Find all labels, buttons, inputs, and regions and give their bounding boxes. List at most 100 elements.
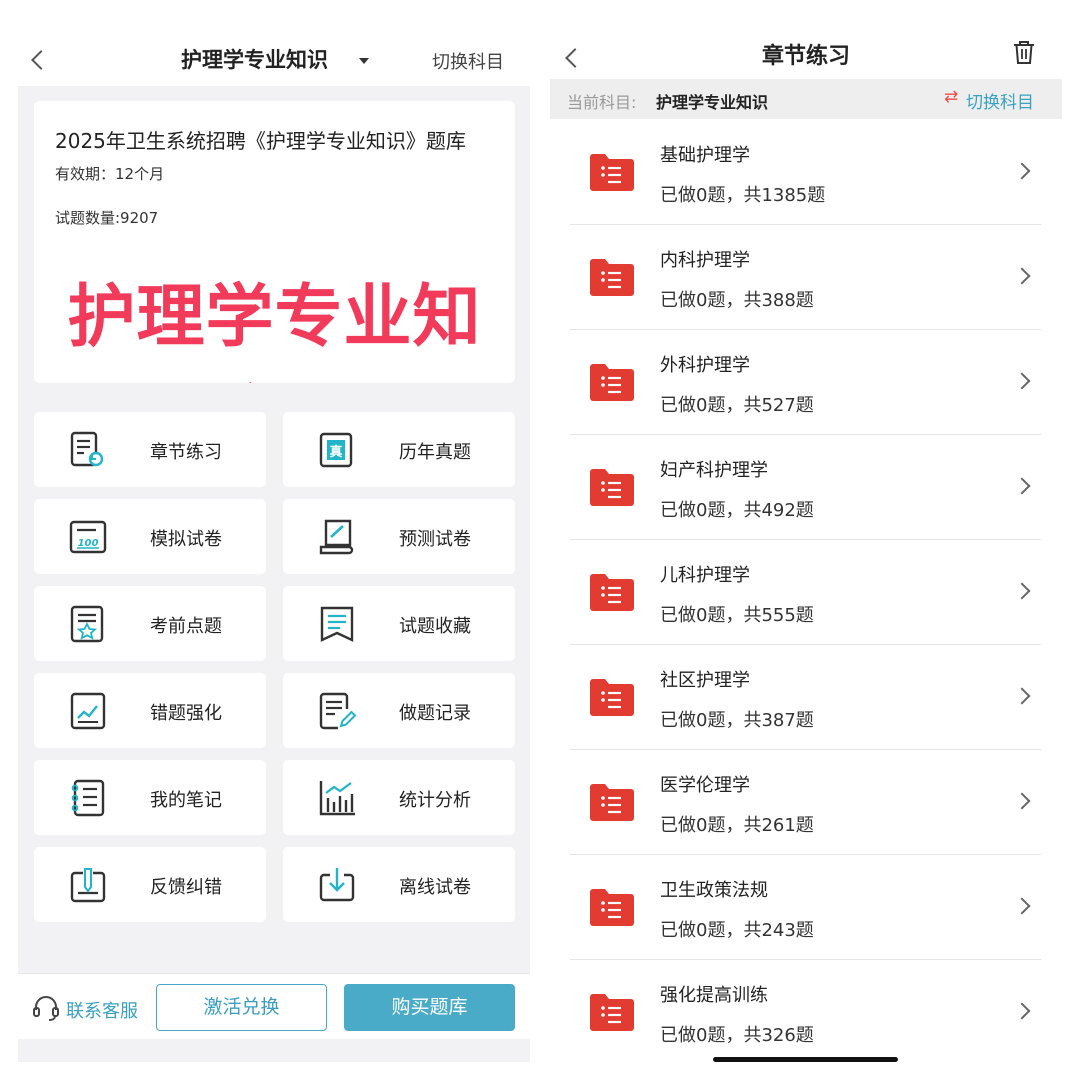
bottom-action-bar: 联系客服 激活兑换 购买题库	[18, 973, 530, 1039]
menu-label: 章节练习	[150, 442, 222, 463]
chapter-practice-panel: 章节练习 当前科目: 护理学专业知识 ⇄ 切换科目 基础护理学 已做0题，共13…	[550, 30, 1062, 1062]
chapter-row[interactable]: 内科护理学 已做0题，共388题	[570, 225, 1041, 330]
chapter-name: 强化提高训练	[660, 985, 768, 1006]
chapter-progress: 已做0题，共527题	[660, 395, 814, 416]
headset-icon[interactable]	[32, 995, 60, 1021]
chapter-row[interactable]: 医学伦理学 已做0题，共261题	[570, 750, 1041, 855]
chapter-practice-icon	[70, 431, 104, 467]
chevron-right-icon	[1013, 372, 1031, 390]
download-icon	[319, 868, 355, 902]
pre-exam-star-icon	[70, 605, 104, 643]
menu-label: 模拟试卷	[150, 529, 222, 550]
folder-list-icon	[590, 574, 634, 611]
edit-record-icon	[319, 692, 357, 730]
menu-tile-forecast-paper[interactable]: 预测试卷	[283, 499, 515, 574]
menu-tile-favorites[interactable]: 试题收藏	[283, 586, 515, 661]
bookmark-icon	[320, 606, 354, 642]
chevron-right-icon	[1013, 582, 1031, 600]
chapter-progress: 已做0题，共555题	[660, 605, 814, 626]
menu-tile-chapter-practice[interactable]: 章节练习	[34, 412, 266, 487]
menu-tile-offline-papers[interactable]: 离线试卷	[283, 847, 515, 922]
chapter-row[interactable]: 基础护理学 已做0题，共1385题	[570, 120, 1041, 225]
chapter-row[interactable]: 儿科护理学 已做0题，共555题	[570, 540, 1041, 645]
banner-headline: 护理学专业知识	[67, 278, 482, 383]
menu-tile-my-notes[interactable]: 我的笔记	[34, 760, 266, 835]
chapter-name: 妇产科护理学	[660, 460, 768, 481]
chapter-row[interactable]: 妇产科护理学 已做0题，共492题	[570, 435, 1041, 540]
current-subject-value: 护理学专业知识	[656, 93, 769, 112]
chevron-right-icon	[1013, 477, 1031, 495]
chevron-right-icon	[1013, 687, 1031, 705]
notebook-icon	[71, 779, 105, 817]
chapter-progress: 已做0题，共261题	[660, 815, 814, 836]
chapter-name: 社区护理学	[660, 670, 750, 691]
question-count-text: 试题数量:9207	[55, 209, 159, 227]
buy-question-bank-button[interactable]: 购买题库	[344, 984, 515, 1031]
trash-icon[interactable]	[1013, 40, 1035, 64]
menu-label: 反馈纠错	[150, 877, 222, 898]
menu-label: 预测试卷	[399, 529, 471, 550]
wrong-question-chart-icon	[70, 692, 106, 730]
menu-label: 我的笔记	[150, 790, 222, 811]
menu-tile-past-exams[interactable]: 真 历年真题	[283, 412, 515, 487]
top-bar: 护理学专业知识 切换科目	[18, 30, 530, 86]
menu-tile-wrong-questions[interactable]: 错题强化	[34, 673, 266, 748]
menu-tile-statistics[interactable]: 统计分析	[283, 760, 515, 835]
menu-label: 离线试卷	[399, 877, 471, 898]
menu-tile-mock-paper[interactable]: 100 模拟试卷	[34, 499, 266, 574]
folder-list-icon	[590, 994, 634, 1031]
chevron-right-icon	[1013, 792, 1031, 810]
subject-title[interactable]: 护理学专业知识	[181, 44, 328, 74]
menu-tile-pre-exam-points[interactable]: 考前点题	[34, 586, 266, 661]
menu-label: 做题记录	[399, 703, 471, 724]
feedback-pen-icon	[70, 868, 106, 903]
caret-down-icon[interactable]	[359, 58, 369, 64]
menu-label: 统计分析	[399, 790, 471, 811]
chapter-name: 卫生政策法规	[660, 880, 768, 901]
exam-home-panel: 护理学专业知识 切换科目 2025年卫生系统招聘《护理学专业知识》题库 有效期：…	[18, 30, 530, 1062]
folder-list-icon	[590, 259, 634, 296]
chapter-progress: 已做0题，共243题	[660, 920, 814, 941]
swap-arrows-icon[interactable]: ⇄	[944, 87, 958, 107]
chevron-right-icon	[1013, 1002, 1031, 1020]
current-subject-label: 当前科目:	[567, 93, 637, 112]
activate-redeem-button[interactable]: 激活兑换	[156, 984, 327, 1031]
chapter-row[interactable]: 卫生政策法规 已做0题，共243题	[570, 855, 1041, 960]
chapter-progress: 已做0题，共492题	[660, 500, 814, 521]
chevron-right-icon	[1013, 162, 1031, 180]
chevron-right-icon	[1013, 267, 1031, 285]
chapter-progress: 已做0题，共387题	[660, 710, 814, 731]
chapter-row[interactable]: 外科护理学 已做0题，共527题	[570, 330, 1041, 435]
folder-list-icon	[590, 784, 634, 821]
switch-subject-link[interactable]: 切换科目	[432, 48, 504, 74]
folder-list-icon	[590, 469, 634, 506]
folder-list-icon	[590, 154, 634, 191]
validity-text: 有效期：12个月	[55, 165, 165, 183]
mock-paper-icon: 100	[69, 520, 107, 554]
chapter-name: 医学伦理学	[660, 775, 750, 796]
menu-label: 错题强化	[150, 703, 222, 724]
page-title: 章节练习	[761, 44, 850, 69]
chapter-name: 内科护理学	[660, 250, 750, 271]
chevron-right-icon	[1013, 897, 1031, 915]
forecast-paper-icon	[319, 519, 354, 555]
menu-tile-practice-record[interactable]: 做题记录	[283, 673, 515, 748]
back-arrow-icon[interactable]	[31, 50, 51, 70]
chapter-progress: 已做0题，共326题	[660, 1025, 814, 1046]
folder-list-icon	[590, 889, 634, 926]
chapter-name: 外科护理学	[660, 355, 750, 376]
switch-subject-link[interactable]: 切换科目	[966, 88, 1034, 113]
chapter-row[interactable]: 强化提高训练 已做0题，共326题	[570, 960, 1041, 1065]
chapter-name: 儿科护理学	[660, 565, 750, 586]
menu-label: 试题收藏	[399, 616, 471, 637]
chapter-progress: 已做0题，共388题	[660, 290, 814, 311]
past-exam-icon: 真	[319, 432, 353, 468]
question-bank-banner: 2025年卫生系统招聘《护理学专业知识》题库 有效期：12个月 试题数量:920…	[34, 101, 515, 383]
contact-service-link[interactable]: 联系客服	[66, 997, 138, 1023]
folder-list-icon	[590, 364, 634, 401]
chapter-row[interactable]: 社区护理学 已做0题，共387题	[570, 645, 1041, 750]
chapter-progress: 已做0题，共1385题	[660, 185, 826, 206]
menu-label: 历年真题	[399, 442, 471, 463]
menu-tile-feedback[interactable]: 反馈纠错	[34, 847, 266, 922]
folder-list-icon	[590, 679, 634, 716]
